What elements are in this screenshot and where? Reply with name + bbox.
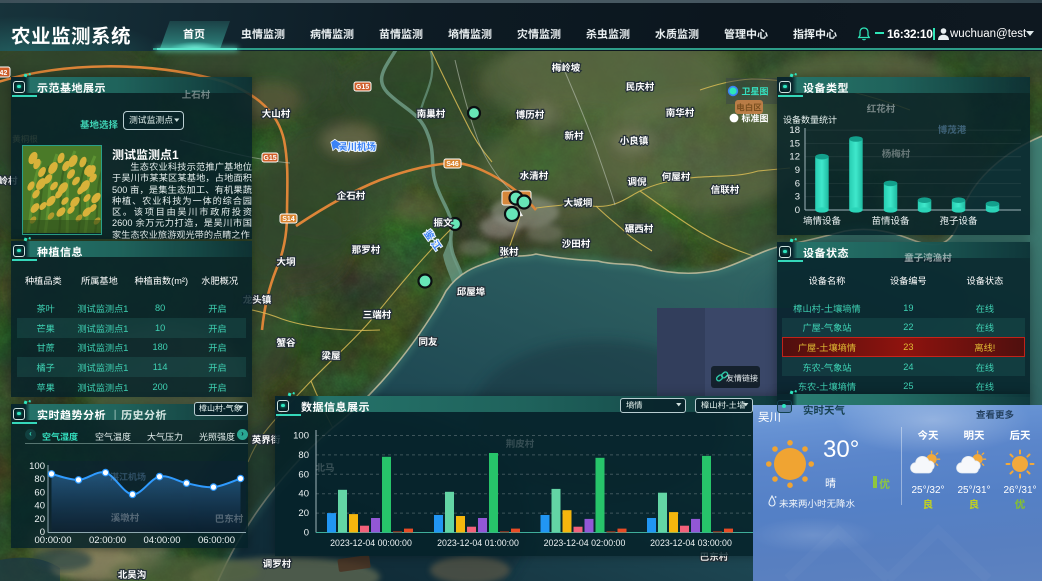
svg-text:00:00:00: 00:00:00 xyxy=(35,535,72,546)
svg-text:9: 9 xyxy=(795,165,800,176)
svg-text:北马: 北马 xyxy=(315,463,334,474)
svg-text:100: 100 xyxy=(293,431,309,442)
svg-text:04:00:00: 04:00:00 xyxy=(144,535,181,546)
svg-text:60: 60 xyxy=(34,487,45,498)
svg-text:40: 40 xyxy=(34,501,45,512)
svg-text:15: 15 xyxy=(789,138,800,149)
svg-text:40: 40 xyxy=(298,489,309,500)
svg-text:红花村: 红花村 xyxy=(867,103,896,115)
svg-text:80: 80 xyxy=(298,450,309,461)
svg-text:童子湾渔村: 童子湾渔村 xyxy=(904,252,952,264)
svg-text:上石村: 上石村 xyxy=(182,89,211,101)
svg-text:6: 6 xyxy=(795,178,800,189)
svg-text:巴东村: 巴东村 xyxy=(215,513,244,525)
svg-text:墒情设备: 墒情设备 xyxy=(803,216,842,227)
svg-text:20: 20 xyxy=(34,514,45,525)
svg-text:0: 0 xyxy=(795,205,800,216)
svg-text:18: 18 xyxy=(789,125,800,136)
svg-text:2023-12-04 02:00:00: 2023-12-04 02:00:00 xyxy=(544,538,626,548)
svg-text:100: 100 xyxy=(29,461,45,472)
svg-text:80: 80 xyxy=(34,474,45,485)
svg-text:荆皮村: 荆皮村 xyxy=(506,438,535,450)
svg-text:溪墩村: 溪墩村 xyxy=(111,512,140,524)
svg-text:博茂港: 博茂港 xyxy=(938,124,967,136)
svg-text:0: 0 xyxy=(304,528,309,539)
svg-text:20: 20 xyxy=(298,508,309,519)
svg-text:2023-12-04 03:00:00: 2023-12-04 03:00:00 xyxy=(650,538,732,548)
svg-text:06:00:00: 06:00:00 xyxy=(198,535,235,546)
svg-text:杨梅村: 杨梅村 xyxy=(882,148,911,160)
svg-text:孢子设备: 孢子设备 xyxy=(939,216,978,227)
svg-text:苗情设备: 苗情设备 xyxy=(871,216,910,227)
svg-text:60: 60 xyxy=(298,469,309,480)
svg-text:2023-12-04 00:00:00: 2023-12-04 00:00:00 xyxy=(330,538,412,548)
svg-text:2023-12-04 01:00:00: 2023-12-04 01:00:00 xyxy=(437,538,519,548)
svg-text:02:00:00: 02:00:00 xyxy=(89,535,126,546)
svg-text:湛江机场: 湛江机场 xyxy=(110,472,146,482)
svg-text:3: 3 xyxy=(795,192,800,203)
svg-text:12: 12 xyxy=(789,152,800,163)
